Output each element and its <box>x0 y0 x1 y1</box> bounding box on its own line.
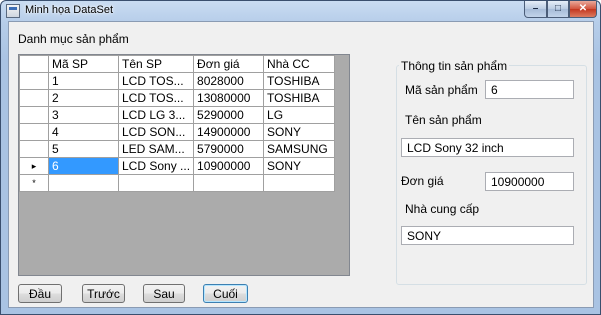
new-row-marker[interactable]: * <box>19 174 49 192</box>
row-header-cell[interactable] <box>19 106 49 124</box>
supplier-label: Nhà cung cấp <box>405 202 480 216</box>
row-header-cell[interactable] <box>19 72 49 90</box>
cell-id[interactable]: 4 <box>48 123 119 141</box>
cell-price[interactable]: 8028000 <box>193 72 265 90</box>
grid-corner-cell[interactable] <box>19 55 49 73</box>
maximize-button[interactable]: □ <box>547 1 569 18</box>
cell-supplier[interactable]: TOSHIBA <box>263 72 336 90</box>
close-button[interactable]: ✕ <box>569 1 597 18</box>
product-data-grid[interactable]: Mã SP Tên SP Đơn giá Nhà CC 1 LCD TOS... 8… <box>18 54 350 276</box>
window-title: Minh họa DataSet <box>25 4 114 16</box>
cell-price[interactable]: 13080000 <box>193 89 265 107</box>
new-row-cell[interactable] <box>117 174 195 192</box>
grid-header-row: Mã SP Tên SP Đơn giá Nhà CC <box>19 55 336 73</box>
app-window: Minh họa DataSet – □ ✕ Danh mục sản phẩm… <box>0 0 601 315</box>
table-row[interactable]: 2 LCD TOS... 13080000 TOSHIBA <box>19 89 336 107</box>
row-header-cell[interactable] <box>19 89 49 107</box>
cell-supplier[interactable]: SONY <box>263 157 336 175</box>
cell-id[interactable]: 5 <box>48 140 119 158</box>
product-name-field[interactable] <box>401 138 574 157</box>
column-header-supplier[interactable]: Nhà CC <box>263 55 336 73</box>
title-bar[interactable]: Minh họa DataSet – □ ✕ <box>1 1 600 21</box>
cell-name[interactable]: LCD TOS... <box>117 72 195 90</box>
column-header-name[interactable]: Tên SP <box>117 55 195 73</box>
new-row-cell[interactable] <box>193 174 265 192</box>
row-header-cell[interactable]: ▸ <box>19 157 49 175</box>
column-header-id[interactable]: Mã SP <box>48 55 119 73</box>
cell-name[interactable]: LCD Sony ... <box>117 157 195 175</box>
minimize-button[interactable]: – <box>524 1 547 18</box>
table-row[interactable]: 4 LCD SON... 14900000 SONY <box>19 123 336 141</box>
cell-supplier[interactable]: LG <box>263 106 336 124</box>
cell-id[interactable]: 2 <box>48 89 119 107</box>
new-row[interactable]: * <box>19 174 336 192</box>
table-row[interactable]: 5 LED SAM... 5790000 SAMSUNG <box>19 140 336 158</box>
cell-supplier[interactable]: TOSHIBA <box>263 89 336 107</box>
cell-price[interactable]: 5290000 <box>193 106 265 124</box>
cell-price[interactable]: 10900000 <box>193 157 265 175</box>
product-id-field[interactable] <box>485 80 574 99</box>
product-list-heading: Danh mục sản phẩm <box>18 32 129 46</box>
cell-price[interactable]: 14900000 <box>193 123 265 141</box>
form-client-area: Danh mục sản phẩm Mã SP Tên SP Đơn giá N… <box>8 21 594 308</box>
table-row[interactable]: ▸ 6 LCD Sony ... 10900000 SONY <box>19 157 336 175</box>
previous-button[interactable]: Trước <box>82 284 125 303</box>
price-field[interactable] <box>485 172 574 191</box>
new-row-cell[interactable] <box>263 174 336 192</box>
cell-name[interactable]: LCD TOS... <box>117 89 195 107</box>
last-button[interactable]: Cuối <box>203 284 248 303</box>
cell-id[interactable]: 6 <box>48 157 119 175</box>
cell-id[interactable]: 3 <box>48 106 119 124</box>
product-info-group-title: Thông tin sản phẩm <box>399 59 510 73</box>
row-header-cell[interactable] <box>19 123 49 141</box>
cell-price[interactable]: 5790000 <box>193 140 265 158</box>
next-button[interactable]: Sau <box>143 284 185 303</box>
product-id-label: Mã sản phẩm <box>405 83 478 97</box>
first-button[interactable]: Đầu <box>18 284 62 303</box>
product-name-label: Tên sản phẩm <box>405 113 482 127</box>
cell-supplier[interactable]: SONY <box>263 123 336 141</box>
table-row[interactable]: 1 LCD TOS... 8028000 TOSHIBA <box>19 72 336 90</box>
cell-name[interactable]: LED SAM... <box>117 140 195 158</box>
supplier-field[interactable] <box>401 226 574 245</box>
app-icon <box>6 4 20 18</box>
new-row-cell[interactable] <box>48 174 119 192</box>
cell-supplier[interactable]: SAMSUNG <box>263 140 336 158</box>
column-header-price[interactable]: Đơn giá <box>193 55 265 73</box>
cell-name[interactable]: LCD SON... <box>117 123 195 141</box>
price-label: Đơn giá <box>401 174 444 188</box>
cell-id[interactable]: 1 <box>48 72 119 90</box>
table-row[interactable]: 3 LCD LG 3... 5290000 LG <box>19 106 336 124</box>
row-header-cell[interactable] <box>19 140 49 158</box>
cell-name[interactable]: LCD LG 3... <box>117 106 195 124</box>
